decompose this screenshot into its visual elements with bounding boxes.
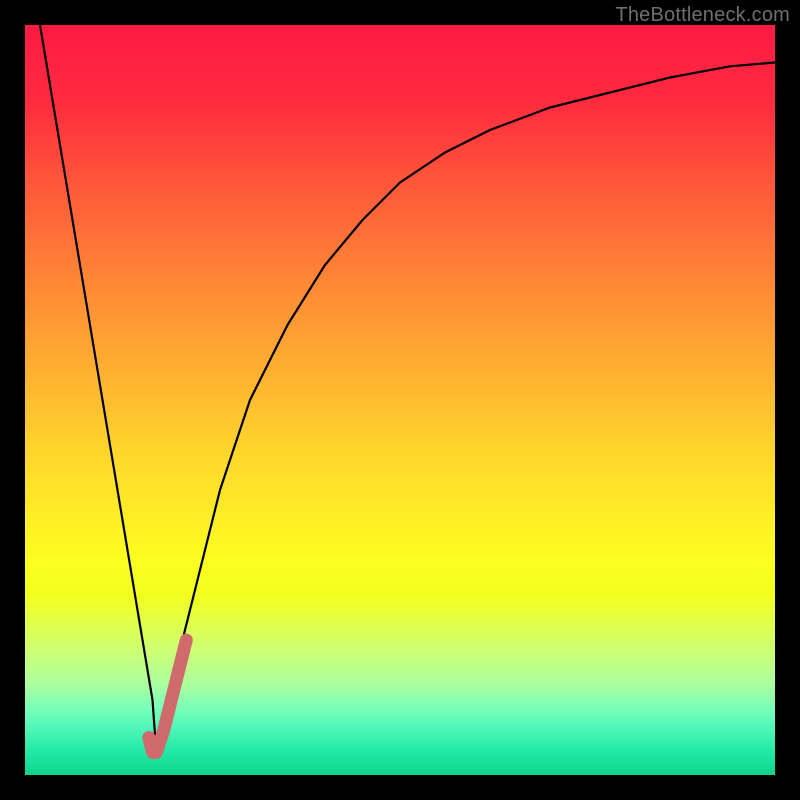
chart-frame: TheBottleneck.com — [0, 0, 800, 800]
curve-layer — [25, 25, 775, 775]
watermark-text: TheBottleneck.com — [615, 4, 790, 27]
highlight-segment — [149, 640, 187, 753]
bottleneck-curve — [40, 25, 775, 753]
plot-area — [25, 25, 775, 775]
